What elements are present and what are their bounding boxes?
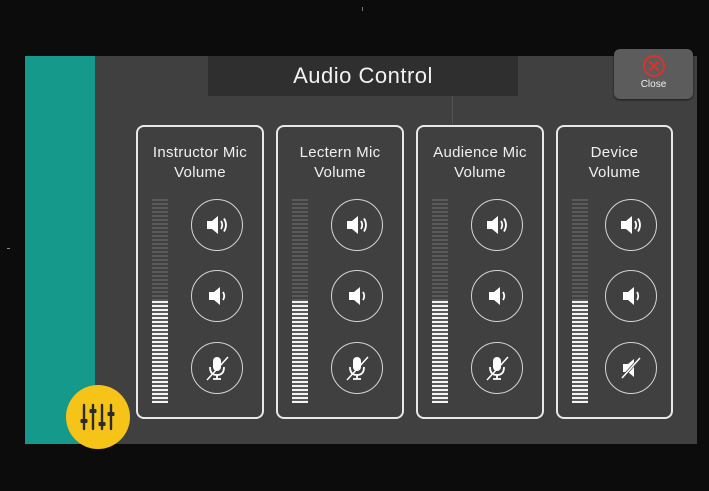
volume-down-icon <box>209 287 226 305</box>
card-title-line2: Volume <box>454 164 506 181</box>
card-title-line1: Lectern Mic <box>299 144 381 161</box>
volume-down-button[interactable] <box>471 270 523 322</box>
volume-up-icon <box>207 216 227 234</box>
volume-up-icon <box>487 216 507 234</box>
close-button[interactable]: Close <box>614 49 693 99</box>
title-divider <box>452 96 453 124</box>
volume-up-icon <box>621 216 641 234</box>
mic-mute-button[interactable] <box>191 342 243 394</box>
volume-up-icon <box>347 216 367 234</box>
card-title-line1: Device <box>590 144 639 161</box>
mixer-button[interactable] <box>66 385 130 449</box>
page-title: Audio Control <box>208 56 518 96</box>
speaker-mute-icon <box>620 356 642 380</box>
mic-mute-icon <box>206 356 229 381</box>
card-title-line2: Volume <box>314 164 366 181</box>
mic-mute-button[interactable] <box>331 342 383 394</box>
side-divider-tick <box>7 248 10 249</box>
volume-level-meter <box>432 199 448 403</box>
volume-down-icon <box>349 287 366 305</box>
mic-mute-button[interactable] <box>471 342 523 394</box>
volume-down-button[interactable] <box>331 270 383 322</box>
volume-level-meter <box>572 199 588 403</box>
audience-mic-volume-card: Audience Mic Volume <box>416 125 544 419</box>
volume-down-button[interactable] <box>191 270 243 322</box>
card-title-line2: Volume <box>174 164 226 181</box>
card-title-line2: Volume <box>588 164 641 181</box>
mic-mute-icon <box>486 356 509 381</box>
card-title-line1: Instructor Mic <box>152 144 248 161</box>
volume-up-button[interactable] <box>331 199 383 251</box>
volume-down-icon <box>489 287 506 305</box>
volume-level-meter <box>152 199 168 403</box>
volume-level-meter <box>292 199 308 403</box>
volume-up-button[interactable] <box>191 199 243 251</box>
lectern-mic-volume-card: Lectern Mic Volume <box>276 125 404 419</box>
instructor-mic-volume-card: Instructor Mic Volume <box>136 125 264 419</box>
teal-accent-strip <box>25 56 95 444</box>
volume-down-button[interactable] <box>605 270 657 322</box>
volume-up-button[interactable] <box>605 199 657 251</box>
close-circle-icon <box>642 55 665 77</box>
device-volume-card: Device Volume <box>556 125 673 419</box>
close-label: Close <box>640 79 667 90</box>
speaker-mute-button[interactable] <box>605 342 657 394</box>
volume-down-icon <box>623 287 640 305</box>
volume-up-button[interactable] <box>471 199 523 251</box>
top-divider-tick <box>362 7 363 11</box>
mixer-sliders-icon <box>80 403 115 431</box>
card-title-line1: Audience Mic <box>433 144 527 161</box>
mic-mute-icon <box>346 356 369 381</box>
